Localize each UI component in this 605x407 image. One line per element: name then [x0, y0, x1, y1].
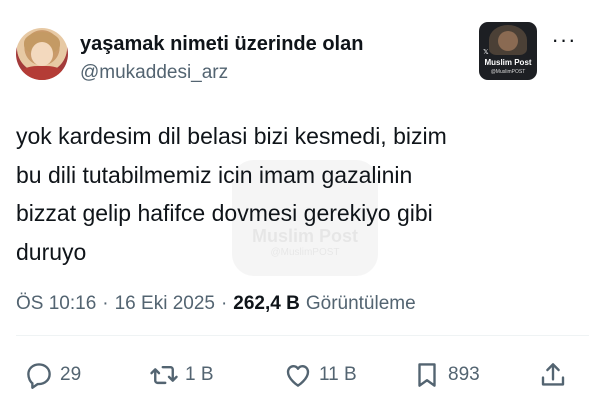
tweet-time[interactable]: ÖS 10:16 — [16, 293, 96, 315]
retweet-count: 1 B — [185, 364, 214, 385]
share-button[interactable] — [538, 352, 568, 398]
like-button[interactable]: 11 B — [283, 352, 357, 398]
reply-icon — [27, 363, 51, 389]
bookmark-icon — [418, 363, 436, 387]
logo-brand-handle: @MuslimPOST — [490, 69, 526, 75]
tweet-text: yok kardesim dil belasi bizi kesmedi, bi… — [16, 117, 576, 271]
logo-brand-text: Muslim Post — [484, 58, 532, 67]
divider — [16, 335, 589, 336]
bookmark-button[interactable]: 893 — [412, 352, 480, 398]
heart-icon — [286, 364, 310, 387]
like-count: 11 B — [319, 364, 357, 385]
meta-separator: · — [220, 293, 228, 314]
tweet-text-line: duruyo — [16, 238, 87, 265]
x-logo-icon: 𝕏 — [483, 49, 489, 56]
views-label: Görüntüleme — [305, 293, 416, 314]
muslim-post-logo: 𝕏 Muslim Post @MuslimPOST — [479, 22, 537, 80]
reply-count: 29 — [60, 364, 82, 385]
avatar-shirt — [20, 66, 64, 80]
reply-button[interactable]: 29 — [24, 352, 81, 398]
tweet-date[interactable]: 16 Eki 2025 — [115, 293, 215, 315]
more-icon: ··· — [551, 27, 577, 52]
retweet-button[interactable]: 1 B — [149, 352, 214, 398]
action-bar: 29 1 B 11 B 893 — [0, 352, 605, 398]
retweet-icon — [150, 365, 178, 385]
avatar[interactable] — [16, 28, 68, 80]
meta-separator: · — [102, 293, 109, 314]
tweet-text-line: bu dili tutabilmemiz icin imam gazalinin — [16, 161, 413, 188]
tweet-meta: ÖS 10:16 · 16 Eki 2025 · 262,4 B Görüntü… — [16, 293, 416, 315]
more-options-button[interactable]: ··· — [549, 28, 579, 52]
views-count[interactable]: 262,4 B — [233, 293, 300, 315]
author-display-name[interactable]: yaşamak nimeti üzerinde olan — [80, 33, 363, 56]
logo-photo-face — [498, 31, 518, 51]
tweet-text-line: yok kardesim dil belasi bizi kesmedi, bi… — [16, 123, 447, 149]
tweet-card: yaşamak nimeti üzerinde olan @mukaddesi_… — [0, 0, 605, 407]
avatar-face — [31, 42, 53, 66]
author-handle[interactable]: @mukaddesi_arz — [80, 62, 228, 84]
bookmark-count: 893 — [448, 364, 480, 385]
share-icon — [541, 363, 565, 386]
tweet-text-line: bizzat gelip hafifce dovmesi gerekiyo gi… — [16, 200, 433, 226]
